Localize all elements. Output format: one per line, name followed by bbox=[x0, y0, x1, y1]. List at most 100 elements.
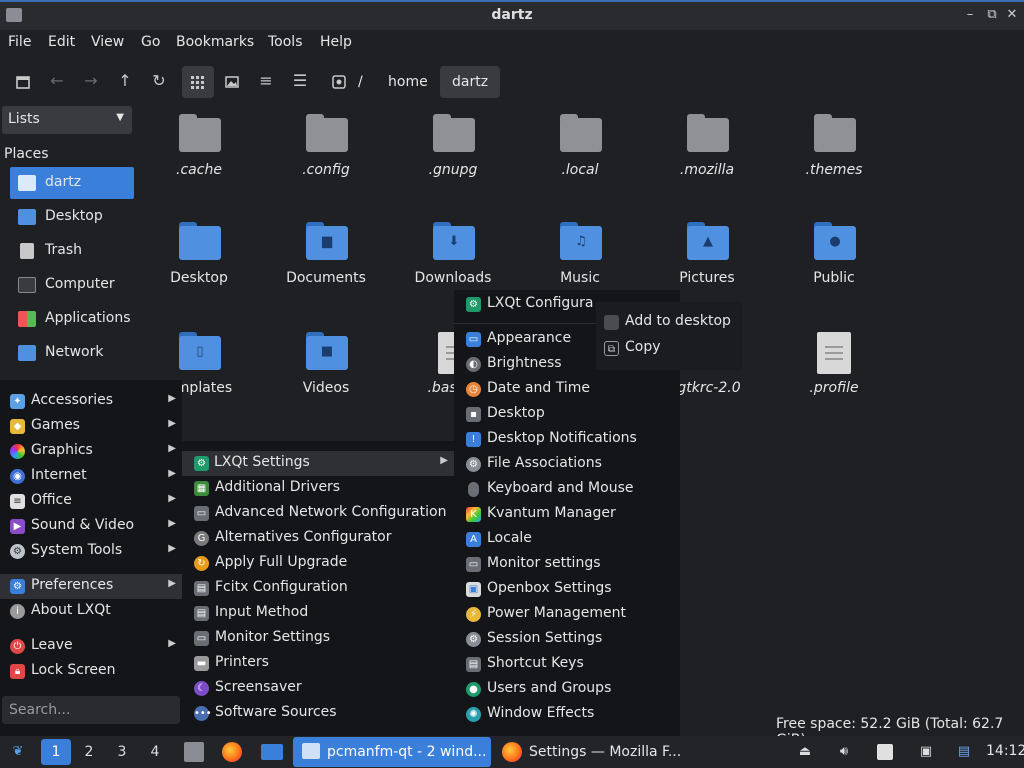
network-status-icon[interactable]: ▣ bbox=[918, 744, 934, 760]
back-icon[interactable]: ← bbox=[46, 70, 68, 92]
file-item[interactable]: .gnupg bbox=[398, 114, 508, 204]
volume-icon[interactable]: 🔊︎ bbox=[836, 744, 852, 760]
menu-desktop-notifications[interactable]: ! Desktop Notifications bbox=[466, 427, 680, 452]
compact-view-icon[interactable]: ≡ bbox=[255, 70, 277, 92]
menu-input-method[interactable]: ▤ Input Method bbox=[194, 601, 454, 626]
place-trash[interactable]: Trash bbox=[10, 235, 134, 267]
menu-kvantum-manager[interactable]: K Kvantum Manager bbox=[466, 502, 680, 527]
menu-desktop[interactable]: ▪ Desktop bbox=[466, 402, 680, 427]
menu-preferences[interactable]: ⚙ Preferences ▶ bbox=[0, 574, 182, 599]
menu-add-to-desktop[interactable]: Add to desktop bbox=[604, 310, 738, 335]
file-item[interactable]: .mozilla bbox=[652, 114, 762, 204]
notification-icon[interactable]: ▤ bbox=[956, 744, 972, 760]
menu-file-associations[interactable]: ⚙ File Associations bbox=[466, 452, 680, 477]
file-item[interactable]: Desktop bbox=[144, 222, 254, 312]
menu-leave[interactable]: ⏻ Leave ▶ bbox=[10, 634, 182, 659]
file-manager-launcher-icon[interactable] bbox=[184, 742, 204, 762]
menu-locale[interactable]: A Locale bbox=[466, 527, 680, 552]
side-pane-mode-select[interactable]: Lists ▼ bbox=[2, 106, 132, 134]
file-item[interactable]: .local bbox=[525, 114, 635, 204]
info-icon: i bbox=[10, 604, 25, 619]
menu-shortcut-keys[interactable]: ▤ Shortcut Keys bbox=[466, 652, 680, 677]
breadcrumb-home[interactable]: home bbox=[376, 66, 440, 98]
file-item[interactable]: .profile bbox=[779, 332, 889, 422]
reload-icon[interactable]: ↻ bbox=[148, 70, 170, 92]
place-network[interactable]: Network bbox=[10, 337, 134, 369]
file-item[interactable]: .config bbox=[271, 114, 381, 204]
new-tab-icon[interactable] bbox=[12, 70, 34, 92]
workspace-3[interactable]: 3 bbox=[107, 739, 137, 765]
menu-monitor-settings[interactable]: ▭ Monitor Settings bbox=[194, 626, 454, 651]
menu-keyboard-mouse[interactable]: Keyboard and Mouse bbox=[466, 477, 680, 502]
menu-internet[interactable]: ◉ Internet ▶ bbox=[10, 464, 182, 489]
icon-view-icon[interactable] bbox=[182, 66, 214, 98]
menu-accessories[interactable]: ✦ Accessories ▶ bbox=[10, 389, 182, 414]
clock[interactable]: 14:12 bbox=[986, 743, 1024, 759]
file-item[interactable]: ▆ Documents bbox=[271, 222, 381, 312]
place-applications[interactable]: Applications bbox=[10, 303, 134, 335]
menu-lock-screen[interactable]: 🔒︎ Lock Screen bbox=[10, 659, 182, 684]
menu-help[interactable]: Help bbox=[320, 34, 352, 50]
menu-apply-upgrade[interactable]: ↻ Apply Full Upgrade bbox=[194, 551, 454, 576]
maximize-button[interactable]: ⧉ bbox=[984, 6, 1000, 24]
menu-go[interactable]: Go bbox=[141, 34, 160, 50]
menu-advanced-network[interactable]: ▭ Advanced Network Configuration bbox=[194, 501, 454, 526]
menu-office[interactable]: ≡ Office ▶ bbox=[10, 489, 182, 514]
menu-system-tools[interactable]: ⚙ System Tools ▶ bbox=[10, 539, 182, 564]
menu-power-management[interactable]: ⚡ Power Management bbox=[466, 602, 680, 627]
menu-view[interactable]: View bbox=[91, 34, 124, 50]
workspace-4[interactable]: 4 bbox=[140, 739, 170, 765]
menu-window-effects[interactable]: ✺ Window Effects bbox=[466, 702, 680, 727]
menu-alternatives[interactable]: G Alternatives Configurator bbox=[194, 526, 454, 551]
menu-session-settings[interactable]: ⚙ Session Settings bbox=[466, 627, 680, 652]
workspace-1[interactable]: 1 bbox=[41, 739, 71, 765]
folder-icon bbox=[814, 114, 856, 152]
menu-printers[interactable]: ▬ Printers bbox=[194, 651, 454, 676]
menu-bookmarks[interactable]: Bookmarks bbox=[176, 34, 254, 50]
place-dartz[interactable]: dartz bbox=[10, 167, 134, 199]
menu-additional-drivers[interactable]: ▦ Additional Drivers bbox=[194, 476, 454, 501]
menu-sound-video[interactable]: ▶ Sound & Video ▶ bbox=[10, 514, 182, 539]
menu-edit[interactable]: Edit bbox=[48, 34, 75, 50]
menu-games[interactable]: ◆ Games ▶ bbox=[10, 414, 182, 439]
menu-label: Brightness bbox=[487, 355, 562, 371]
forward-icon[interactable]: → bbox=[80, 70, 102, 92]
menu-fcitx[interactable]: ▤ Fcitx Configuration bbox=[194, 576, 454, 601]
eject-icon[interactable]: ⏏ bbox=[797, 744, 813, 760]
breadcrumb-dartz[interactable]: dartz bbox=[440, 66, 501, 98]
breadcrumb-root[interactable]: / bbox=[346, 66, 375, 98]
menu-file[interactable]: File bbox=[8, 34, 31, 50]
place-computer[interactable]: Computer bbox=[10, 269, 134, 301]
file-item[interactable]: ● Public bbox=[779, 222, 889, 312]
menu-monitor-settings-2[interactable]: ▭ Monitor settings bbox=[466, 552, 680, 577]
file-item[interactable]: .cache bbox=[144, 114, 254, 204]
task-firefox[interactable]: Settings — Mozilla F... bbox=[495, 737, 693, 767]
file-item[interactable]: .themes bbox=[779, 114, 889, 204]
menu-lxqt-settings[interactable]: ⚙ LXQt Settings ▶ bbox=[182, 451, 454, 476]
workspace-2[interactable]: 2 bbox=[74, 739, 104, 765]
menu-copy[interactable]: ⧉ Copy bbox=[604, 336, 738, 361]
place-desktop[interactable]: Desktop bbox=[10, 201, 134, 233]
menu-about[interactable]: i About LXQt bbox=[10, 599, 182, 624]
menu-software-sources[interactable]: ••• Software Sources bbox=[194, 701, 454, 726]
task-pcmanfm[interactable]: pcmanfm-qt - 2 wind... bbox=[293, 737, 491, 767]
minimize-button[interactable]: – bbox=[962, 6, 978, 24]
lxqt-menu-icon[interactable]: ❦ bbox=[10, 744, 26, 760]
close-button[interactable]: ✕ bbox=[1004, 6, 1020, 24]
menu-date-time[interactable]: ◷ Date and Time bbox=[466, 377, 680, 402]
thumbnail-view-icon[interactable] bbox=[221, 70, 243, 92]
menu-label: Apply Full Upgrade bbox=[215, 554, 348, 570]
menu-screensaver[interactable]: ☾ Screensaver bbox=[194, 676, 454, 701]
firefox-launcher-icon[interactable] bbox=[222, 742, 242, 762]
up-icon[interactable]: ↑ bbox=[114, 70, 136, 92]
menu-graphics[interactable]: Graphics ▶ bbox=[10, 439, 182, 464]
menu-tools[interactable]: Tools bbox=[268, 34, 303, 50]
search-input[interactable] bbox=[2, 696, 180, 724]
clipboard-icon[interactable] bbox=[877, 744, 893, 760]
menu-openbox-settings[interactable]: ▣ Openbox Settings bbox=[466, 577, 680, 602]
file-item[interactable]: ■ Videos bbox=[271, 332, 381, 422]
desktop-launcher-icon[interactable] bbox=[261, 744, 283, 760]
detailed-list-icon[interactable]: ☰ bbox=[289, 70, 311, 92]
menu-users-groups[interactable]: ● Users and Groups bbox=[466, 677, 680, 702]
internet-icon: ◉ bbox=[10, 469, 25, 484]
